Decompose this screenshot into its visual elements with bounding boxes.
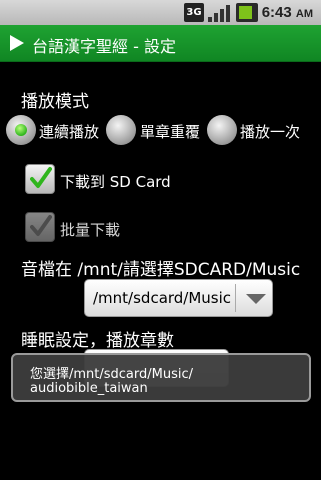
sleep-setting-label: 睡眠設定，播放章數 xyxy=(21,331,174,351)
check-icon xyxy=(30,215,52,236)
batch-download-label[interactable]: 批量下載 xyxy=(60,219,120,240)
page-title: 台語漢字聖經 - 設定 xyxy=(32,37,176,56)
battery-icon xyxy=(236,3,258,22)
radio-button-repeat-chapter[interactable] xyxy=(106,115,136,145)
batch-download-checkbox[interactable] xyxy=(25,212,55,242)
toast-line-2: audiobible_taiwan xyxy=(30,381,148,396)
toast-line-1: 您選擇/mnt/sdcard/Music/ xyxy=(30,367,194,382)
download-sd-label[interactable]: 下載到 SD Card xyxy=(60,171,171,192)
playback-mode-heading: 播放模式 xyxy=(21,92,89,112)
radio-label-continuous[interactable]: 連續播放 xyxy=(39,121,99,142)
download-sd-checkbox[interactable] xyxy=(25,164,55,194)
chevron-down-icon[interactable] xyxy=(246,294,266,304)
title-bar: 台語漢字聖經 - 設定 xyxy=(0,25,321,62)
status-bar: 3G 6:43 AM xyxy=(0,0,321,25)
radio-button-play-once[interactable] xyxy=(207,115,237,145)
spinner-divider xyxy=(235,284,236,312)
play-icon xyxy=(10,35,24,51)
toast-message: 您選擇/mnt/sdcard/Music/ audiobible_taiwan xyxy=(11,353,311,402)
check-icon xyxy=(30,167,52,188)
spinner-selected-value: /mnt/sdcard/Music xyxy=(93,289,232,307)
radio-button-continuous[interactable] xyxy=(6,115,36,145)
clock-ampm: AM xyxy=(295,8,313,20)
clock: 6:43 AM xyxy=(262,3,313,24)
radio-label-repeat-chapter[interactable]: 單章重覆 xyxy=(140,121,200,142)
signal-icon xyxy=(208,3,230,22)
clock-time: 6:43 xyxy=(261,4,292,21)
radio-label-play-once[interactable]: 播放一次 xyxy=(240,121,300,142)
music-folder-spinner[interactable]: /mnt/sdcard/Music xyxy=(84,279,273,317)
audio-location-label: 音檔在 /mnt/請選擇SDCARD/Music xyxy=(21,260,301,280)
3g-icon: 3G xyxy=(184,3,204,22)
